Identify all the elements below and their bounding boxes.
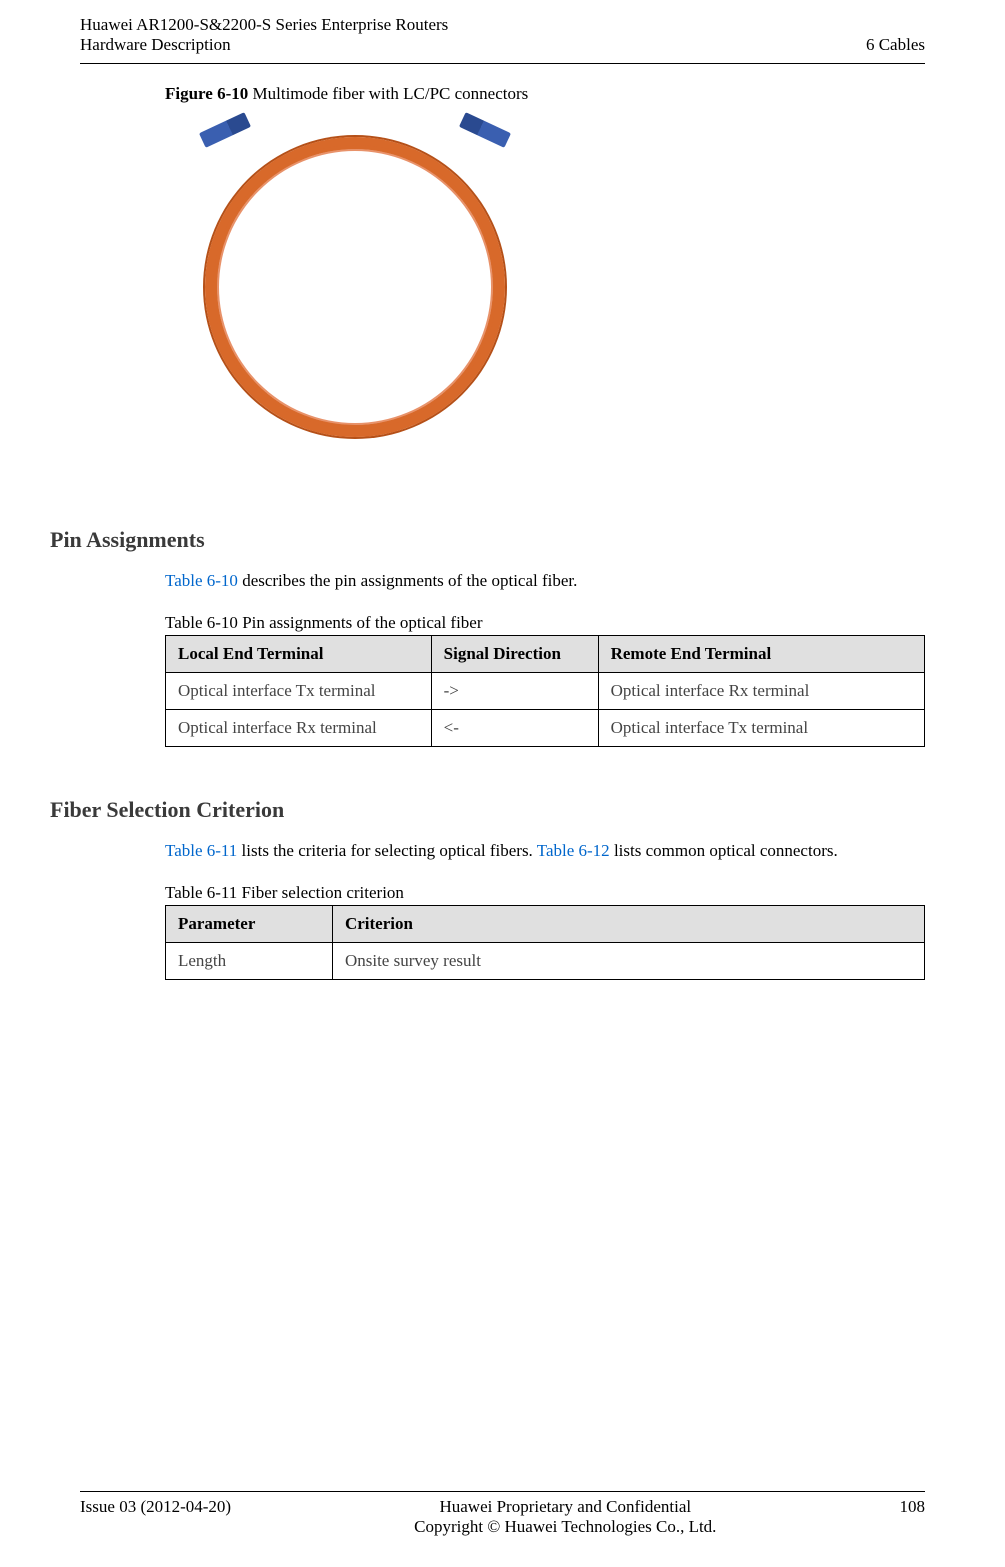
ref-link-table-6-10[interactable]: Table 6-10 [165, 571, 238, 590]
table-6-11-label: Table 6-11 [165, 883, 237, 902]
doc-title-line2: Hardware Description [80, 35, 448, 55]
table-pin-assignments: Local End Terminal Signal Direction Remo… [165, 635, 925, 747]
figure-label: Figure 6-10 [165, 84, 248, 103]
chapter-label: 6 Cables [866, 35, 925, 55]
cell-remote-tx: Optical interface Tx terminal [598, 710, 924, 747]
table-6-10-caption: Table 6-10 Pin assignments of the optica… [165, 613, 925, 633]
th-parameter: Parameter [166, 906, 333, 943]
th-local-end: Local End Terminal [166, 636, 432, 673]
section1-body-text: describes the pin assignments of the opt… [238, 571, 577, 590]
table-row: Optical interface Rx terminal <- Optical… [166, 710, 925, 747]
header-left: Huawei AR1200-S&2200-S Series Enterprise… [80, 15, 448, 55]
header-divider [80, 63, 925, 64]
figure-caption: Figure 6-10 Multimode fiber with LC/PC c… [165, 84, 925, 104]
header-right: 6 Cables [866, 15, 925, 55]
table-row: Optical interface Tx terminal -> Optical… [166, 673, 925, 710]
cell-dir-2: <- [431, 710, 598, 747]
footer-center: Huawei Proprietary and Confidential Copy… [414, 1497, 716, 1537]
table-fiber-selection: Parameter Criterion Length Onsite survey… [165, 905, 925, 980]
table-row: Length Onsite survey result [166, 943, 925, 980]
footer-divider [80, 1491, 925, 1492]
cell-remote-rx: Optical interface Rx terminal [598, 673, 924, 710]
table-header-row: Local End Terminal Signal Direction Remo… [166, 636, 925, 673]
cell-onsite: Onsite survey result [332, 943, 924, 980]
page-header: Huawei AR1200-S&2200-S Series Enterprise… [0, 0, 1005, 60]
section-heading-pin-assignments: Pin Assignments [50, 527, 925, 553]
table-6-11-title: Fiber selection criterion [237, 883, 404, 902]
ref-link-table-6-12[interactable]: Table 6-12 [537, 841, 610, 860]
table-6-11-caption: Table 6-11 Fiber selection criterion [165, 883, 925, 903]
section2-body-mid: lists the criteria for selecting optical… [237, 841, 536, 860]
figure-image [190, 112, 520, 452]
fiber-coil-icon [205, 137, 505, 437]
table-header-row: Parameter Criterion [166, 906, 925, 943]
cell-local-rx: Optical interface Rx terminal [166, 710, 432, 747]
footer-proprietary: Huawei Proprietary and Confidential [414, 1497, 716, 1517]
lc-connector-right-icon [459, 112, 511, 148]
th-criterion: Criterion [332, 906, 924, 943]
th-signal-direction: Signal Direction [431, 636, 598, 673]
section-heading-fiber-selection: Fiber Selection Criterion [50, 797, 925, 823]
footer-copyright: Copyright © Huawei Technologies Co., Ltd… [414, 1517, 716, 1537]
cell-local-tx: Optical interface Tx terminal [166, 673, 432, 710]
cell-length: Length [166, 943, 333, 980]
lc-connector-left-icon [199, 112, 251, 148]
page-footer: Issue 03 (2012-04-20) Huawei Proprietary… [0, 1491, 1005, 1567]
th-remote-end: Remote End Terminal [598, 636, 924, 673]
cell-dir-1: -> [431, 673, 598, 710]
section2-body: Table 6-11 lists the criteria for select… [165, 841, 925, 861]
table-6-10-label: Table 6-10 [165, 613, 238, 632]
section2-body-end: lists common optical connectors. [610, 841, 838, 860]
table-6-10-title: Pin assignments of the optical fiber [238, 613, 483, 632]
ref-link-table-6-11[interactable]: Table 6-11 [165, 841, 237, 860]
footer-issue: Issue 03 (2012-04-20) [80, 1497, 231, 1517]
section1-body: Table 6-10 describes the pin assignments… [165, 571, 925, 591]
figure-title: Multimode fiber with LC/PC connectors [248, 84, 528, 103]
doc-title-line1: Huawei AR1200-S&2200-S Series Enterprise… [80, 15, 448, 35]
footer-page-number: 108 [899, 1497, 925, 1517]
